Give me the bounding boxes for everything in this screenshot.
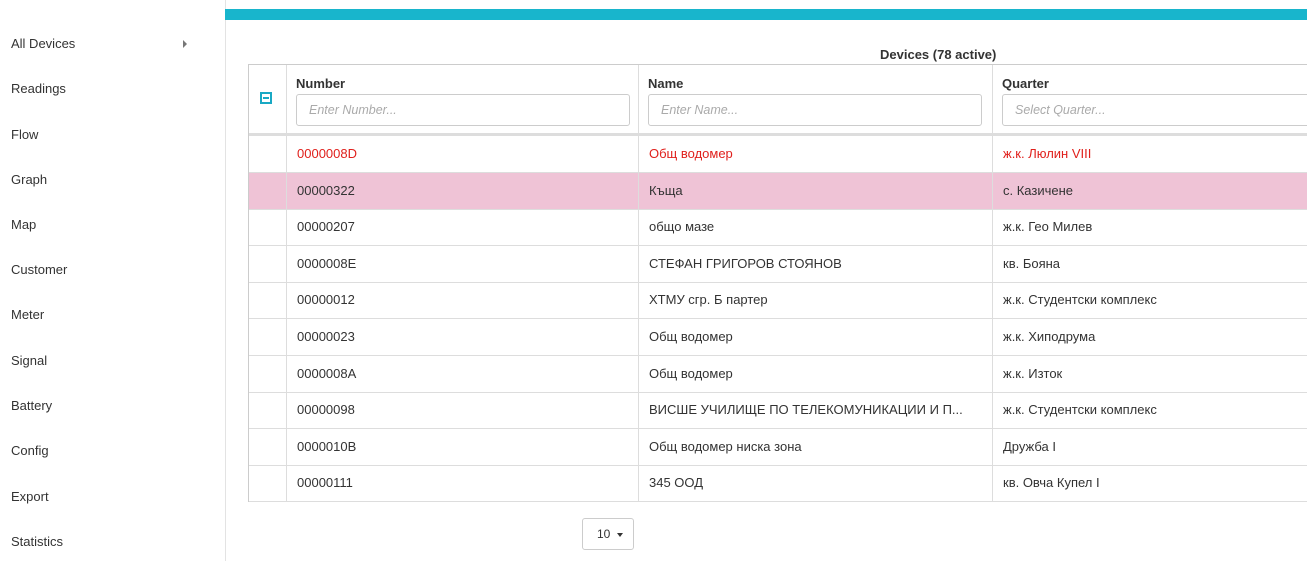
column-header-number: Number <box>287 65 639 133</box>
cell-quarter: ж.к. Изток <box>1003 365 1063 381</box>
cell-number: 00000023 <box>287 319 639 355</box>
table-row[interactable]: 0000010B Общ водомер ниска зона Дружба I <box>249 428 1307 466</box>
select-all-checkbox[interactable] <box>260 92 272 104</box>
table-row[interactable]: 00000207 общо мазе ж.к. Гео Милев <box>249 209 1307 247</box>
cell-quarter: ж.к. Хиподрума <box>1003 329 1096 344</box>
page-size-dropdown[interactable]: 10 <box>582 518 634 550</box>
sidebar-item-graph[interactable]: Graph <box>11 169 211 191</box>
sidebar-item-flow[interactable]: Flow <box>11 124 211 146</box>
table-row[interactable]: 00000111 345 ООД кв. Овча Купел I <box>249 465 1307 503</box>
sidebar-item-readings[interactable]: Readings <box>11 78 211 100</box>
sidebar-item-label: Customer <box>11 262 68 277</box>
cell-number: 00000012 <box>287 282 639 319</box>
table-row[interactable]: 00000023 Общ водомер ж.к. Хиподрума <box>249 319 1307 356</box>
number-filter-input[interactable] <box>296 94 630 126</box>
column-label: Quarter <box>1002 76 1049 91</box>
table-row[interactable]: 0000008D Общ водомер ж.к. Люлин VIII <box>249 136 1307 173</box>
cell-quarter: ж.к. Гео Милев <box>1003 219 1093 235</box>
row-select-cell[interactable] <box>249 282 287 319</box>
row-select-cell[interactable] <box>249 209 287 246</box>
row-select-cell[interactable] <box>249 465 287 502</box>
sidebar-item-label: Map <box>11 217 37 232</box>
sidebar-item-config[interactable]: Config <box>11 440 211 462</box>
page-size-value: 10 <box>597 527 611 541</box>
table-row[interactable]: 0000008E СТЕФАН ГРИГОРОВ СТОЯНОВ кв. Бояна <box>249 245 1307 283</box>
cell-name: Общ водомер ниска зона <box>639 428 993 465</box>
name-filter-input[interactable] <box>648 94 982 126</box>
sidebar-item-label: Signal <box>11 353 48 368</box>
table-row[interactable]: 00000322 Къща с. Казичене <box>249 172 1307 210</box>
cell-name: ХТМУ сгр. Б партер <box>639 282 993 319</box>
sidebar-item-label: Flow <box>11 127 39 142</box>
cell-quarter: ж.к. Люлин VIII <box>1003 146 1092 161</box>
cell-name: Общ водомер <box>639 136 993 172</box>
column-header-name: Name <box>639 65 993 133</box>
cell-name: 345 ООД <box>639 465 993 502</box>
cell-name: СТЕФАН ГРИГОРОВ СТОЯНОВ <box>639 245 993 282</box>
sidebar-item-label: Graph <box>11 172 48 187</box>
sidebar-item-export[interactable]: Export <box>11 486 211 508</box>
sidebar: All Devices Readings Flow Graph Map Cust… <box>0 0 226 561</box>
cell-number: 0000008D <box>287 136 639 172</box>
cell-number: 00000322 <box>287 172 639 209</box>
column-label: Number <box>296 76 346 91</box>
cell-number: 00000207 <box>287 209 639 246</box>
cell-quarter: ж.к. Студентски комплекс <box>1003 402 1157 418</box>
cell-number: 0000008E <box>287 245 639 282</box>
cell-quarter: кв. Овча Купел I <box>1003 475 1100 491</box>
column-label: Name <box>648 76 684 91</box>
sidebar-item-all-devices[interactable]: All Devices <box>11 33 211 55</box>
sidebar-item-map[interactable]: Map <box>11 214 211 236</box>
sidebar-item-label: Config <box>11 443 49 458</box>
sidebar-item-label: Export <box>11 489 49 504</box>
cell-name: Къща <box>639 172 993 209</box>
caret-right-icon <box>183 40 187 48</box>
sidebar-item-label: Meter <box>11 307 45 322</box>
table-caption: Devices (78 active) <box>880 47 997 62</box>
devices-table: Number Name Quarter 0000008DОбщ водомерж… <box>248 64 1307 503</box>
cell-number: 00000111 <box>287 465 639 502</box>
column-header-quarter: Quarter <box>993 65 1307 133</box>
row-select-cell[interactable] <box>249 428 287 465</box>
row-select-cell[interactable] <box>249 392 287 429</box>
cell-name: Общ водомер <box>639 355 993 392</box>
cell-quarter: кв. Бояна <box>1003 255 1061 271</box>
table-row[interactable]: 00000098 ВИСШЕ УЧИЛИЩЕ ПО ТЕЛЕКОМУНИКАЦИИ… <box>249 392 1307 430</box>
cell-quarter: с. Казичене <box>1003 182 1074 198</box>
cell-number: 0000010B <box>287 428 639 465</box>
sidebar-item-label: Readings <box>11 81 66 96</box>
cell-name: Общ водомер <box>639 319 993 355</box>
table-header: Number Name Quarter <box>249 65 1307 136</box>
cell-number: 00000098 <box>287 392 639 429</box>
sidebar-item-customer[interactable]: Customer <box>11 259 211 281</box>
row-select-cell[interactable] <box>249 136 287 172</box>
sidebar-item-signal[interactable]: Signal <box>11 350 211 372</box>
cell-quarter: Дружба I <box>1003 438 1056 454</box>
sidebar-item-label: Battery <box>11 398 53 413</box>
sidebar-item-meter[interactable]: Meter <box>11 304 211 326</box>
sidebar-item-label: All Devices <box>11 36 76 51</box>
select-all-cell <box>249 65 287 133</box>
quarter-select[interactable] <box>1002 94 1307 126</box>
sidebar-item-statistics[interactable]: Statistics <box>11 531 211 553</box>
cell-name: общо мазе <box>639 209 993 246</box>
row-select-cell[interactable] <box>249 172 287 209</box>
table-row[interactable]: 0000008A Общ водомер ж.к. Изток <box>249 355 1307 393</box>
cell-name: ВИСШЕ УЧИЛИЩЕ ПО ТЕЛЕКОМУНИКАЦИИ И П... <box>639 392 993 429</box>
cell-quarter: ж.к. Студентски комплекс <box>1003 292 1157 308</box>
table-row[interactable]: 00000012 ХТМУ сгр. Б партер ж.к. Студентск… <box>249 282 1307 320</box>
caret-down-icon <box>617 533 623 537</box>
row-select-cell[interactable] <box>249 355 287 392</box>
row-select-cell[interactable] <box>249 245 287 282</box>
cell-number: 0000008A <box>287 355 639 392</box>
accent-bar <box>225 9 1307 20</box>
sidebar-item-battery[interactable]: Battery <box>11 395 211 417</box>
row-select-cell[interactable] <box>249 319 287 355</box>
sidebar-item-label: Statistics <box>11 534 64 549</box>
